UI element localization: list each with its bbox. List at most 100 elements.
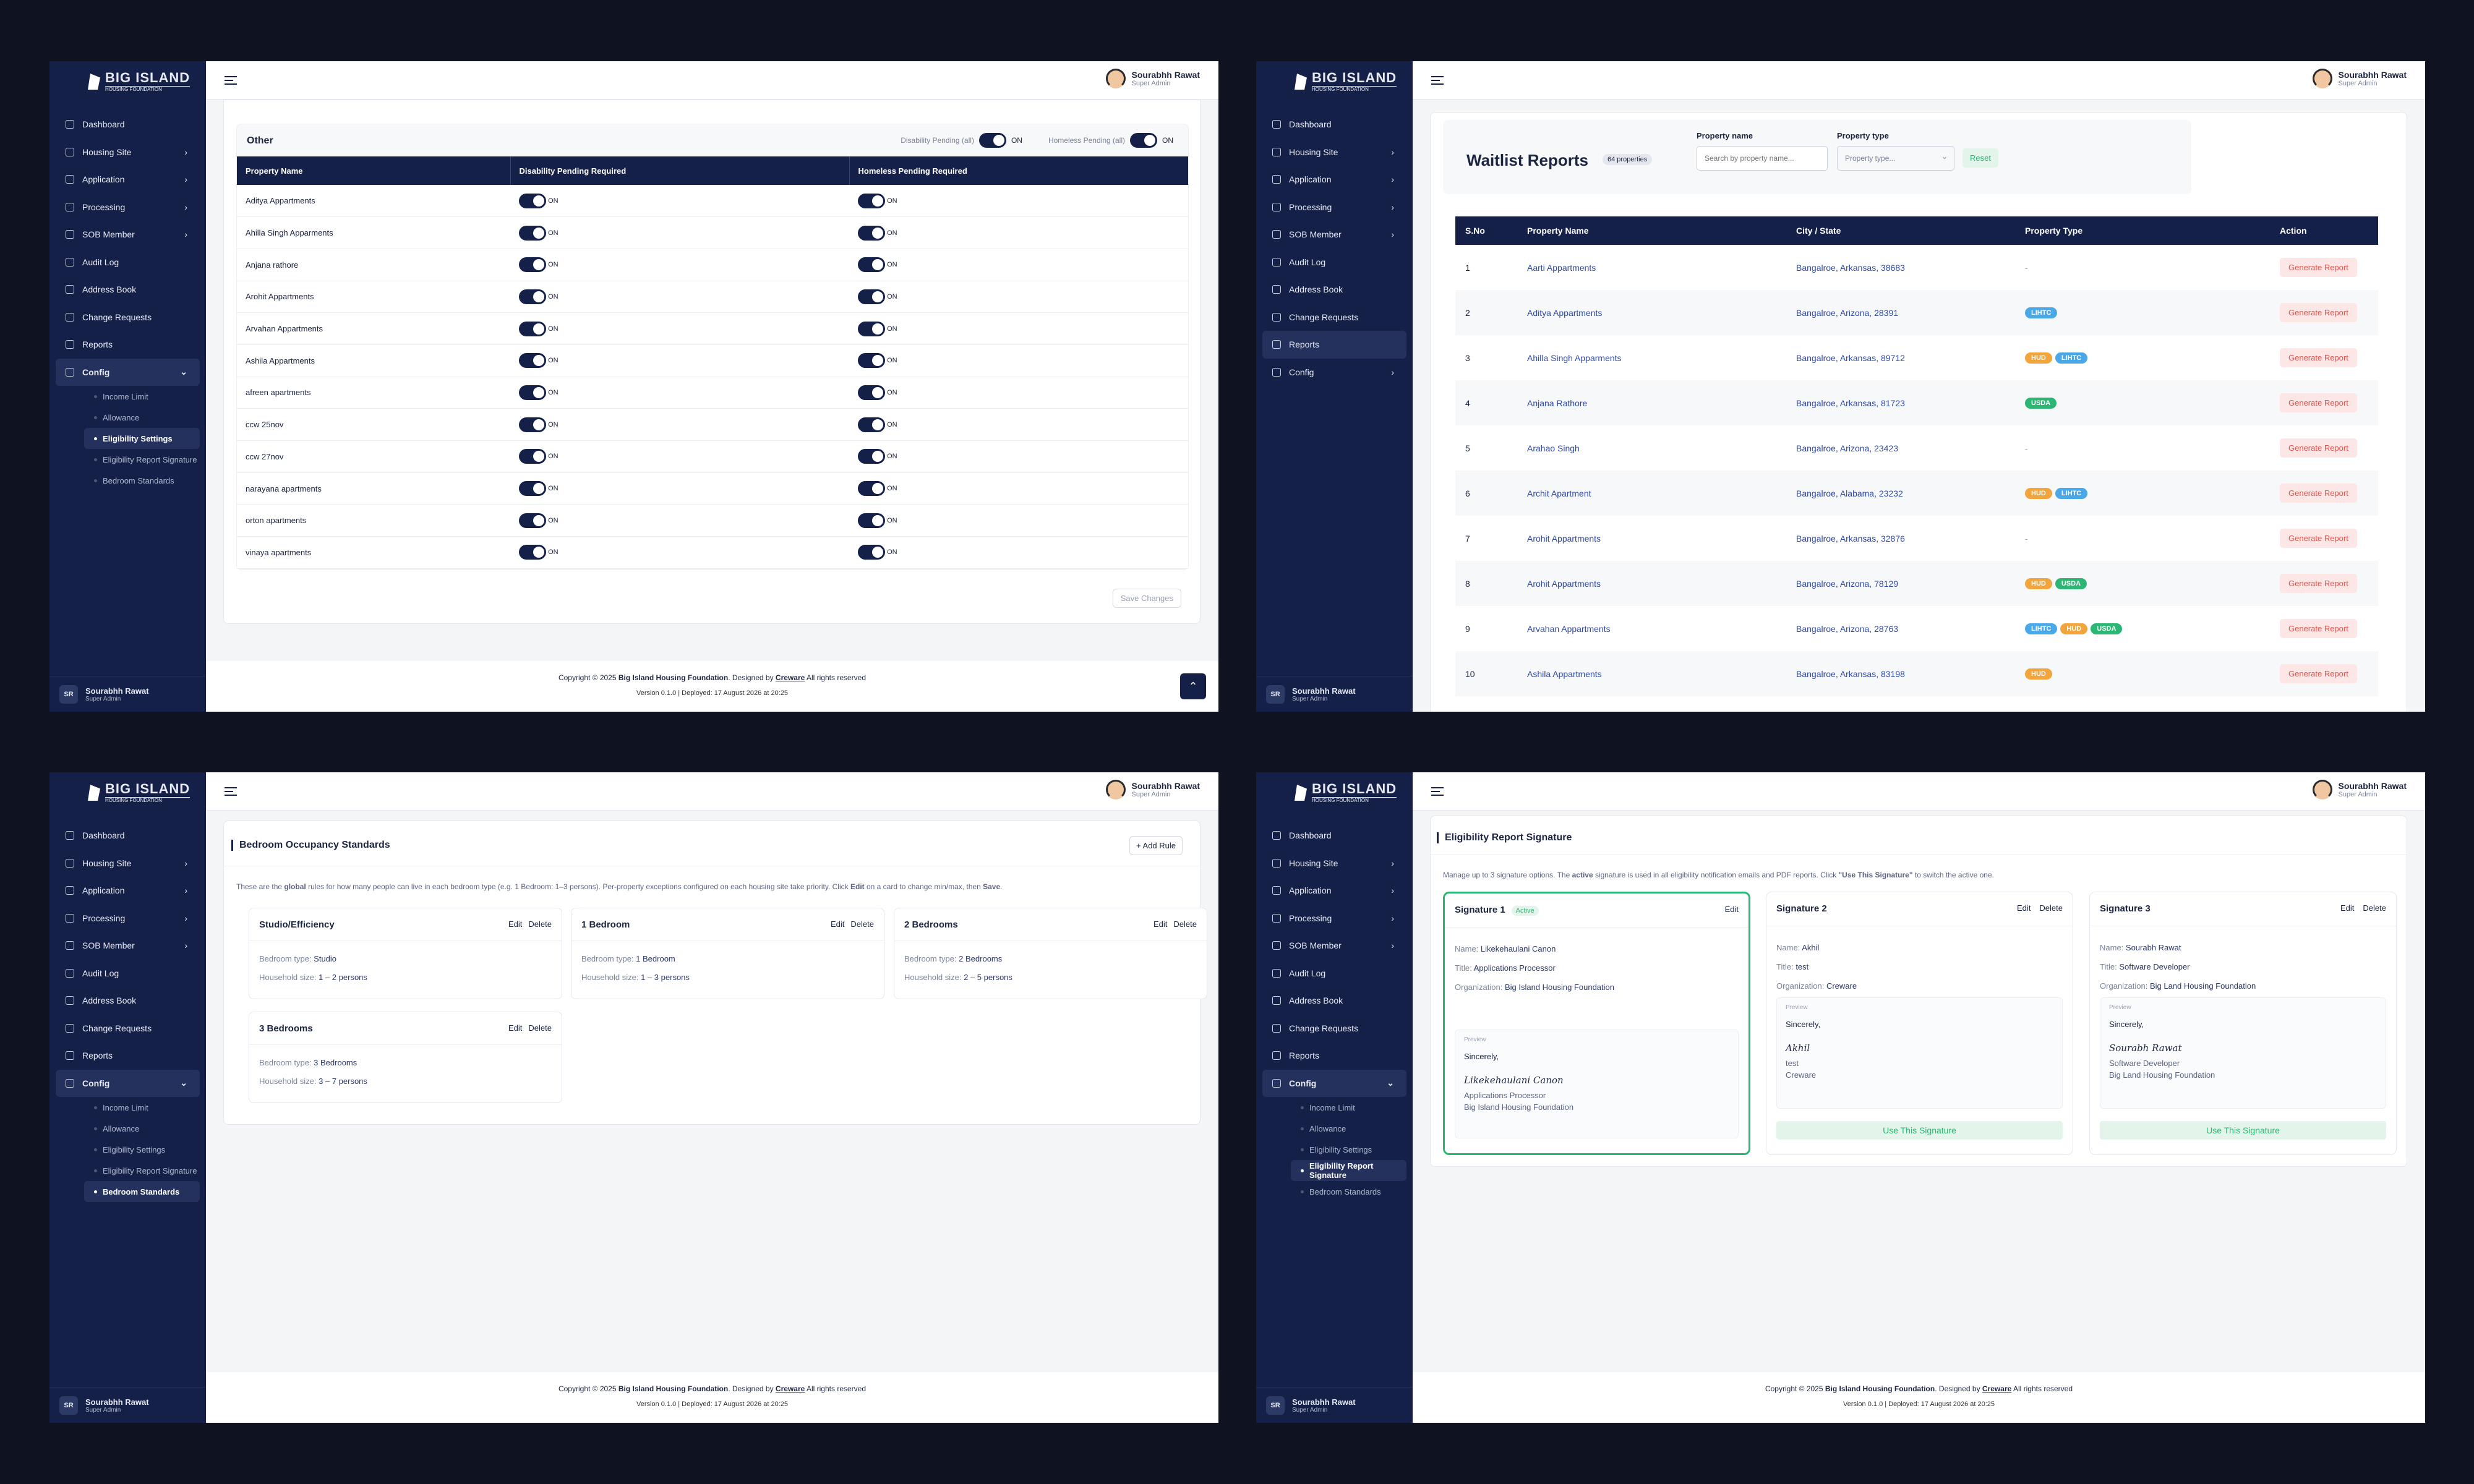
edit-button[interactable]: Edit	[508, 919, 522, 929]
sidebar-item[interactable]: Config ⌄	[1262, 1069, 1406, 1097]
sidebar-item[interactable]: Address Book	[56, 987, 200, 1015]
generate-report-button[interactable]: Generate Report	[2280, 484, 2357, 503]
hamburger-icon[interactable]	[225, 787, 237, 796]
topbar-user[interactable]: Sourabhh Rawat Super Admin	[2312, 780, 2407, 800]
delete-button[interactable]: Delete	[2363, 903, 2386, 913]
sidebar-item[interactable]: Reports	[56, 331, 200, 359]
property-name[interactable]: Arohit Appartments	[1517, 561, 1786, 606]
topbar-user[interactable]: Sourabhh Rawat Super Admin	[1105, 780, 1200, 800]
sidebar-user[interactable]: SR Sourabhh Rawat Super Admin	[1256, 676, 1413, 712]
sidebar-item[interactable]: Audit Log	[56, 249, 200, 276]
sidebar-item[interactable]: Change Requests	[56, 1015, 200, 1043]
disability-toggle[interactable]	[519, 385, 546, 400]
property-name[interactable]: Archit Apartment	[1517, 471, 1786, 516]
hamburger-icon[interactable]	[1431, 76, 1444, 85]
brand-logo[interactable]: BIG ISLAND HOUSING FOUNDATION	[49, 61, 206, 102]
disability-toggle[interactable]	[519, 481, 546, 497]
property-name[interactable]: Ahilla Singh Apparments	[1517, 335, 1786, 380]
submenu-item[interactable]: Bedroom Standards	[84, 470, 200, 491]
sidebar-item[interactable]: Audit Log	[1262, 960, 1406, 987]
delete-button[interactable]: Delete	[850, 919, 874, 929]
brand-logo[interactable]: BIG ISLAND HOUSING FOUNDATION	[1256, 61, 1413, 102]
homeless-toggle[interactable]	[858, 289, 885, 304]
sidebar-item[interactable]: SOB Member ›	[1262, 932, 1406, 960]
disability-toggle[interactable]	[519, 289, 546, 304]
disability-all-toggle[interactable]	[978, 133, 1006, 148]
sidebar-item[interactable]: Reports	[1262, 1042, 1406, 1070]
edit-button[interactable]: Edit	[831, 919, 844, 929]
sidebar-item[interactable]: Address Book	[1262, 987, 1406, 1015]
disability-toggle[interactable]	[519, 321, 546, 336]
property-name[interactable]: Aditya Appartments	[1517, 290, 1786, 335]
sidebar-item[interactable]: Address Book	[1262, 276, 1406, 304]
delete-button[interactable]: Delete	[528, 919, 552, 929]
disability-toggle[interactable]	[519, 193, 546, 208]
edit-button[interactable]: Edit	[1725, 905, 1739, 914]
generate-report-button[interactable]: Generate Report	[2280, 393, 2357, 412]
disability-toggle[interactable]	[519, 449, 546, 464]
submenu-item[interactable]: Eligibility Settings	[1291, 1139, 1406, 1160]
homeless-toggle[interactable]	[858, 353, 885, 369]
edit-button[interactable]: Edit	[2340, 903, 2354, 913]
designer-link[interactable]: Creware	[776, 1384, 805, 1393]
submenu-item[interactable]: Bedroom Standards	[1291, 1181, 1406, 1202]
sidebar-item[interactable]: Application ›	[56, 166, 200, 194]
homeless-toggle[interactable]	[858, 481, 885, 497]
homeless-toggle[interactable]	[858, 449, 885, 464]
property-name[interactable]: Arvahan Appartments	[1517, 606, 1786, 651]
submenu-item[interactable]: Income Limit	[84, 386, 200, 407]
homeless-toggle[interactable]	[858, 257, 885, 273]
sidebar-item[interactable]: Dashboard	[56, 111, 200, 139]
sidebar-item[interactable]: Housing Site ›	[1262, 850, 1406, 877]
sidebar-item[interactable]: Reports	[1262, 331, 1406, 359]
sidebar-item[interactable]: Application ›	[1262, 166, 1406, 194]
hamburger-icon[interactable]	[1431, 787, 1444, 796]
sidebar-item[interactable]: SOB Member ›	[56, 932, 200, 960]
sidebar-item[interactable]: Housing Site ›	[1262, 139, 1406, 166]
scroll-top-button[interactable]: ⌃	[1180, 673, 1206, 699]
submenu-item[interactable]: Eligibility Report Signature	[84, 449, 200, 470]
generate-report-button[interactable]: Generate Report	[2280, 303, 2357, 322]
disability-toggle[interactable]	[519, 353, 546, 369]
submenu-item[interactable]: Income Limit	[84, 1097, 200, 1118]
delete-button[interactable]: Delete	[1173, 919, 1197, 929]
generate-report-button[interactable]: Generate Report	[2280, 258, 2357, 277]
sidebar-item[interactable]: Address Book	[56, 276, 200, 304]
generate-report-button[interactable]: Generate Report	[2280, 529, 2357, 548]
homeless-toggle[interactable]	[858, 417, 885, 432]
submenu-item[interactable]: Allowance	[1291, 1118, 1406, 1139]
add-rule-button[interactable]: + Add Rule	[1129, 836, 1183, 855]
property-name[interactable]: Arahao Singh	[1517, 425, 1786, 471]
disability-toggle[interactable]	[519, 225, 546, 241]
edit-button[interactable]: Edit	[2017, 903, 2031, 913]
sidebar-user[interactable]: SR Sourabhh Rawat Super Admin	[49, 1387, 206, 1423]
generate-report-button[interactable]: Generate Report	[2280, 438, 2357, 458]
disability-toggle[interactable]	[519, 257, 546, 273]
sidebar-item[interactable]: Config ›	[1262, 359, 1406, 386]
sidebar-item[interactable]: Processing ›	[56, 194, 200, 221]
brand-logo[interactable]: BIG ISLAND HOUSING FOUNDATION	[49, 772, 206, 813]
property-name[interactable]: Arohit Appartments	[1517, 516, 1786, 561]
sidebar-item[interactable]: Housing Site ›	[56, 850, 200, 877]
sidebar-item[interactable]: Audit Log	[56, 960, 200, 987]
homeless-toggle[interactable]	[858, 385, 885, 400]
generate-report-button[interactable]: Generate Report	[2280, 574, 2357, 593]
sidebar-item[interactable]: Application ›	[1262, 877, 1406, 905]
designer-link[interactable]: Creware	[1982, 1384, 2011, 1393]
submenu-item[interactable]: Income Limit	[1291, 1097, 1406, 1118]
property-name[interactable]: Anjana Rathore	[1517, 380, 1786, 425]
sidebar-user[interactable]: SR Sourabhh Rawat Super Admin	[1256, 1387, 1413, 1423]
sidebar-item[interactable]: Reports	[56, 1042, 200, 1070]
topbar-user[interactable]: Sourabhh Rawat Super Admin	[1105, 69, 1200, 88]
generate-report-button[interactable]: Generate Report	[2280, 348, 2357, 367]
sidebar-item[interactable]: Dashboard	[1262, 111, 1406, 139]
sidebar-item[interactable]: Audit Log	[1262, 249, 1406, 276]
submenu-item[interactable]: Bedroom Standards	[84, 1181, 200, 1202]
property-name[interactable]: Aarti Appartments	[1517, 245, 1786, 290]
homeless-toggle[interactable]	[858, 545, 885, 560]
submenu-item[interactable]: Eligibility Report Signature	[84, 1160, 200, 1181]
homeless-all-toggle[interactable]	[1130, 133, 1157, 148]
edit-button[interactable]: Edit	[508, 1023, 522, 1033]
property-name-search[interactable]	[1697, 146, 1828, 171]
generate-report-button[interactable]: Generate Report	[2280, 619, 2357, 638]
